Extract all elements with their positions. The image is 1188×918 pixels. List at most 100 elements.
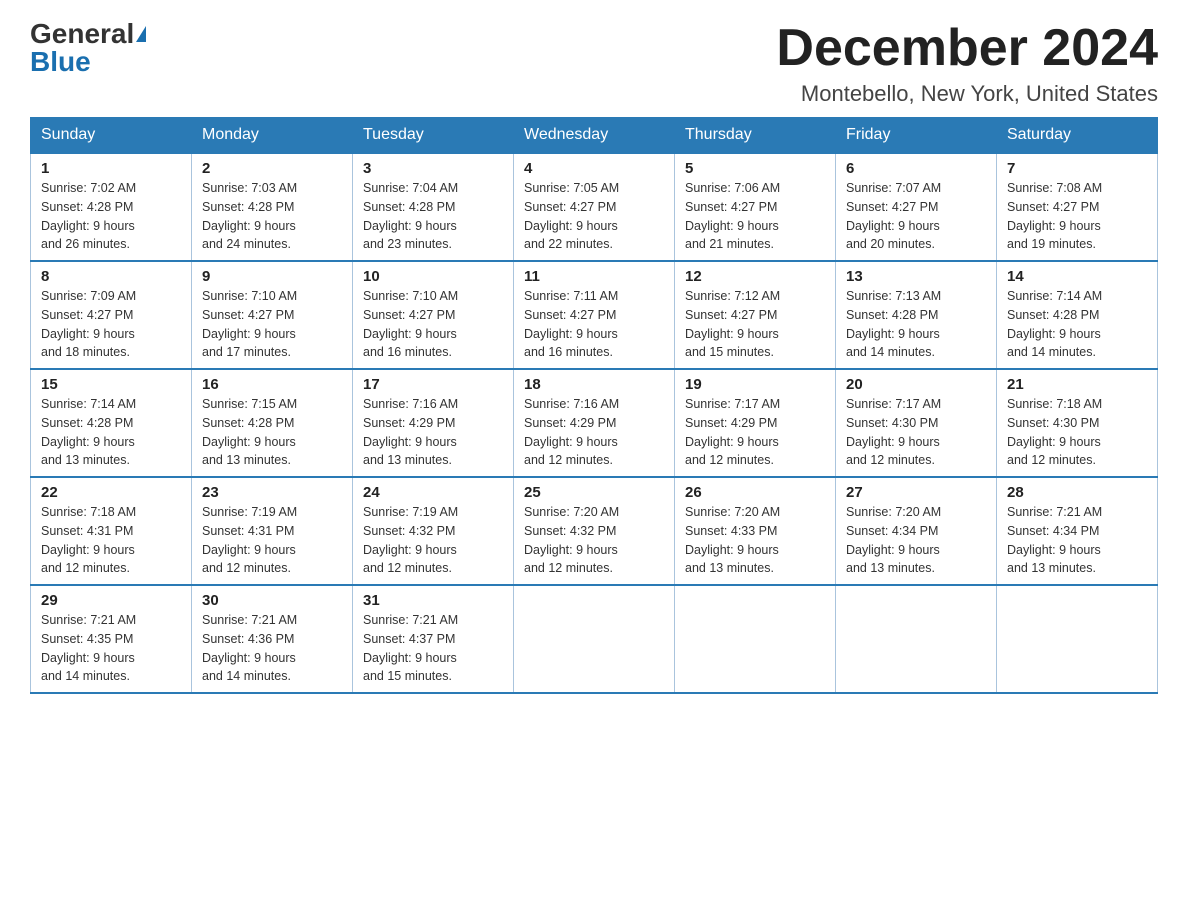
calendar-table: SundayMondayTuesdayWednesdayThursdayFrid… [30,117,1158,694]
calendar-cell: 24Sunrise: 7:19 AMSunset: 4:32 PMDayligh… [353,477,514,585]
day-number: 6 [846,160,986,177]
day-info: Sunrise: 7:16 AMSunset: 4:29 PMDaylight:… [524,395,664,470]
day-info: Sunrise: 7:07 AMSunset: 4:27 PMDaylight:… [846,179,986,254]
day-number: 7 [1007,160,1147,177]
day-info: Sunrise: 7:03 AMSunset: 4:28 PMDaylight:… [202,179,342,254]
calendar-cell: 15 Sunrise: 7:14 AMSunset: 4:28 PMDayligh… [31,369,192,477]
calendar-cell: 31 Sunrise: 7:21 AMSunset: 4:37 PMDayligh… [353,585,514,693]
calendar-cell: 11 Sunrise: 7:11 AMSunset: 4:27 PMDayligh… [514,261,675,369]
logo: General Blue [30,20,146,76]
day-number: 29 [41,592,181,609]
day-number: 3 [363,160,503,177]
calendar-cell: 21 Sunrise: 7:18 AMSunset: 4:30 PMDayligh… [997,369,1158,477]
week-row-4: 22Sunrise: 7:18 AMSunset: 4:31 PMDayligh… [31,477,1158,585]
week-row-3: 15 Sunrise: 7:14 AMSunset: 4:28 PMDayligh… [31,369,1158,477]
calendar-cell: 9 Sunrise: 7:10 AMSunset: 4:27 PMDaylight… [192,261,353,369]
day-info: Sunrise: 7:21 AMSunset: 4:35 PMDaylight:… [41,611,181,686]
day-number: 11 [524,268,664,285]
calendar-cell [675,585,836,693]
calendar-cell: 16Sunrise: 7:15 AMSunset: 4:28 PMDayligh… [192,369,353,477]
day-number: 16 [202,376,342,393]
calendar-cell: 23 Sunrise: 7:19 AMSunset: 4:31 PMDayligh… [192,477,353,585]
day-info: Sunrise: 7:17 AMSunset: 4:30 PMDaylight:… [846,395,986,470]
weekday-header-row: SundayMondayTuesdayWednesdayThursdayFrid… [31,118,1158,154]
day-number: 15 [41,376,181,393]
day-number: 27 [846,484,986,501]
day-number: 13 [846,268,986,285]
logo-general-text: General [30,20,134,48]
day-info: Sunrise: 7:04 AMSunset: 4:28 PMDaylight:… [363,179,503,254]
day-number: 31 [363,592,503,609]
calendar-cell: 2 Sunrise: 7:03 AMSunset: 4:28 PMDaylight… [192,153,353,261]
day-info: Sunrise: 7:21 AMSunset: 4:34 PMDaylight:… [1007,503,1147,578]
day-number: 12 [685,268,825,285]
day-number: 5 [685,160,825,177]
page-header: General Blue December 2024 Montebello, N… [30,20,1158,107]
day-number: 20 [846,376,986,393]
day-info: Sunrise: 7:09 AMSunset: 4:27 PMDaylight:… [41,287,181,362]
day-info: Sunrise: 7:10 AMSunset: 4:27 PMDaylight:… [363,287,503,362]
weekday-header-saturday: Saturday [997,118,1158,154]
day-number: 21 [1007,376,1147,393]
weekday-header-friday: Friday [836,118,997,154]
day-info: Sunrise: 7:16 AMSunset: 4:29 PMDaylight:… [363,395,503,470]
calendar-cell: 5Sunrise: 7:06 AMSunset: 4:27 PMDaylight… [675,153,836,261]
day-number: 2 [202,160,342,177]
day-info: Sunrise: 7:02 AMSunset: 4:28 PMDaylight:… [41,179,181,254]
day-number: 30 [202,592,342,609]
day-info: Sunrise: 7:20 AMSunset: 4:34 PMDaylight:… [846,503,986,578]
calendar-cell: 20 Sunrise: 7:17 AMSunset: 4:30 PMDayligh… [836,369,997,477]
week-row-5: 29 Sunrise: 7:21 AMSunset: 4:35 PMDayligh… [31,585,1158,693]
day-info: Sunrise: 7:19 AMSunset: 4:32 PMDaylight:… [363,503,503,578]
day-number: 18 [524,376,664,393]
calendar-cell: 10 Sunrise: 7:10 AMSunset: 4:27 PMDayligh… [353,261,514,369]
calendar-cell: 6 Sunrise: 7:07 AMSunset: 4:27 PMDaylight… [836,153,997,261]
location-title: Montebello, New York, United States [776,81,1158,107]
calendar-cell: 19 Sunrise: 7:17 AMSunset: 4:29 PMDayligh… [675,369,836,477]
day-info: Sunrise: 7:14 AMSunset: 4:28 PMDaylight:… [1007,287,1147,362]
calendar-cell: 13Sunrise: 7:13 AMSunset: 4:28 PMDayligh… [836,261,997,369]
day-info: Sunrise: 7:12 AMSunset: 4:27 PMDaylight:… [685,287,825,362]
calendar-cell: 8 Sunrise: 7:09 AMSunset: 4:27 PMDaylight… [31,261,192,369]
day-info: Sunrise: 7:18 AMSunset: 4:30 PMDaylight:… [1007,395,1147,470]
weekday-header-wednesday: Wednesday [514,118,675,154]
calendar-cell: 12 Sunrise: 7:12 AMSunset: 4:27 PMDayligh… [675,261,836,369]
day-number: 26 [685,484,825,501]
month-title: December 2024 [776,20,1158,77]
day-number: 9 [202,268,342,285]
calendar-cell [997,585,1158,693]
calendar-cell: 14 Sunrise: 7:14 AMSunset: 4:28 PMDayligh… [997,261,1158,369]
weekday-header-monday: Monday [192,118,353,154]
calendar-cell: 25 Sunrise: 7:20 AMSunset: 4:32 PMDayligh… [514,477,675,585]
day-info: Sunrise: 7:20 AMSunset: 4:33 PMDaylight:… [685,503,825,578]
day-number: 1 [41,160,181,177]
day-info: Sunrise: 7:08 AMSunset: 4:27 PMDaylight:… [1007,179,1147,254]
day-number: 19 [685,376,825,393]
day-info: Sunrise: 7:10 AMSunset: 4:27 PMDaylight:… [202,287,342,362]
calendar-cell: 1 Sunrise: 7:02 AMSunset: 4:28 PMDaylight… [31,153,192,261]
day-number: 8 [41,268,181,285]
day-info: Sunrise: 7:20 AMSunset: 4:32 PMDaylight:… [524,503,664,578]
day-info: Sunrise: 7:21 AMSunset: 4:37 PMDaylight:… [363,611,503,686]
day-info: Sunrise: 7:18 AMSunset: 4:31 PMDaylight:… [41,503,181,578]
day-number: 25 [524,484,664,501]
calendar-cell [514,585,675,693]
day-info: Sunrise: 7:14 AMSunset: 4:28 PMDaylight:… [41,395,181,470]
day-info: Sunrise: 7:17 AMSunset: 4:29 PMDaylight:… [685,395,825,470]
day-info: Sunrise: 7:11 AMSunset: 4:27 PMDaylight:… [524,287,664,362]
day-number: 17 [363,376,503,393]
calendar-cell: 27 Sunrise: 7:20 AMSunset: 4:34 PMDayligh… [836,477,997,585]
calendar-cell: 17 Sunrise: 7:16 AMSunset: 4:29 PMDayligh… [353,369,514,477]
day-info: Sunrise: 7:19 AMSunset: 4:31 PMDaylight:… [202,503,342,578]
day-number: 28 [1007,484,1147,501]
weekday-header-tuesday: Tuesday [353,118,514,154]
calendar-cell: 30Sunrise: 7:21 AMSunset: 4:36 PMDayligh… [192,585,353,693]
day-number: 14 [1007,268,1147,285]
week-row-1: 1 Sunrise: 7:02 AMSunset: 4:28 PMDaylight… [31,153,1158,261]
logo-blue-text: Blue [30,46,91,77]
title-block: December 2024 Montebello, New York, Unit… [776,20,1158,107]
weekday-header-sunday: Sunday [31,118,192,154]
day-number: 23 [202,484,342,501]
day-number: 10 [363,268,503,285]
day-info: Sunrise: 7:05 AMSunset: 4:27 PMDaylight:… [524,179,664,254]
